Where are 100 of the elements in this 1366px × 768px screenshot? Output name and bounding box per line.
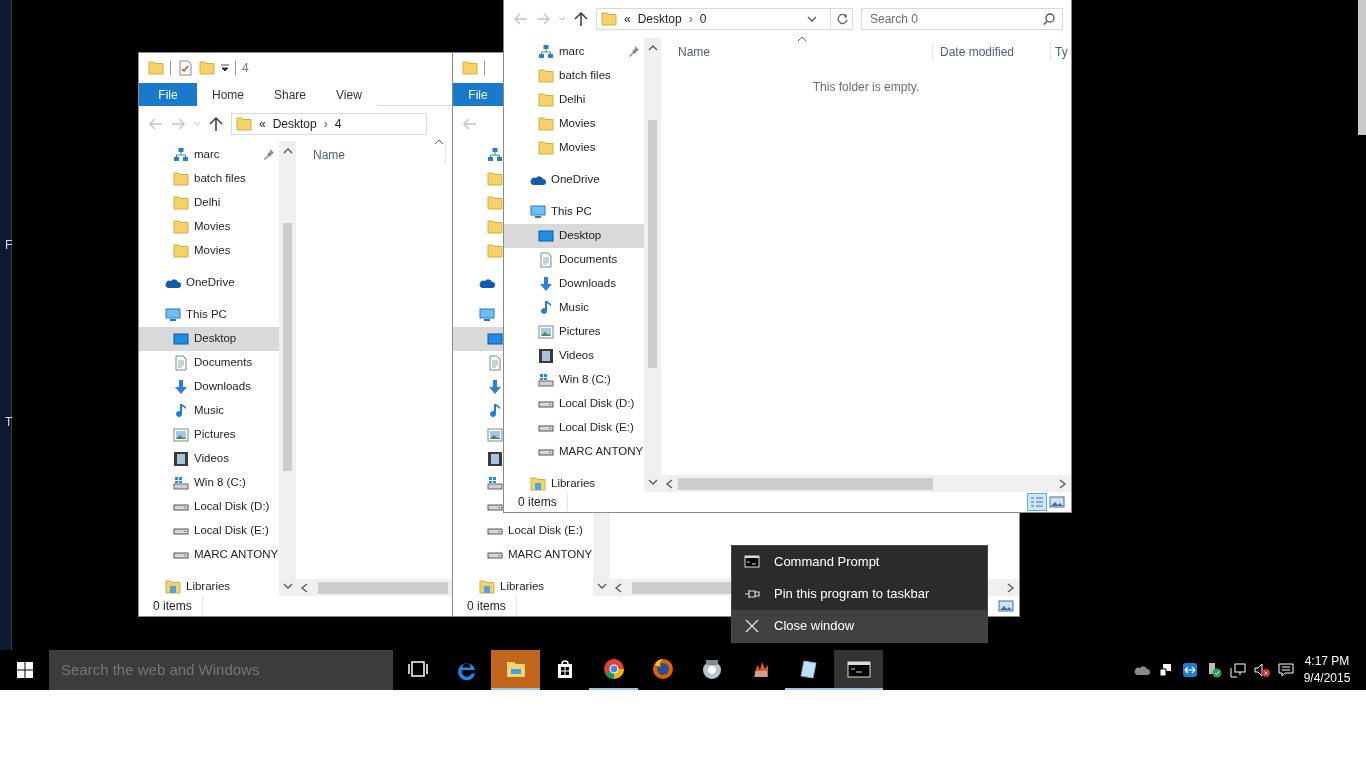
- clock[interactable]: 4:17 PM 9/4/2015: [1302, 653, 1352, 687]
- nav-item[interactable]: Delhi: [139, 191, 279, 215]
- breadcrumb-separator[interactable]: ›: [688, 10, 693, 28]
- nav-item[interactable]: Documents: [139, 351, 279, 375]
- scroll-down-icon[interactable]: [596, 582, 607, 590]
- nav-item[interactable]: Movies: [504, 136, 644, 160]
- nav-item[interactable]: Documents: [504, 248, 644, 272]
- refresh-icon[interactable]: [835, 13, 848, 25]
- scroll-up-icon[interactable]: [647, 44, 658, 52]
- up-icon[interactable]: [209, 116, 223, 131]
- folder-icon: [173, 219, 189, 235]
- nav-item[interactable]: Local Disk (D:): [504, 392, 644, 416]
- nav-item[interactable]: This PC: [139, 303, 279, 327]
- nav-item[interactable]: OneDrive: [504, 168, 644, 192]
- nav-item[interactable]: Desktop: [504, 224, 644, 248]
- nav-item[interactable]: Delhi: [504, 88, 644, 112]
- taskbar-search-field[interactable]: Search the web and Windows: [49, 650, 393, 690]
- drive-icon: [487, 475, 503, 491]
- nav-item[interactable]: MARC ANTONY: [504, 440, 644, 464]
- network-icon[interactable]: [1230, 662, 1246, 678]
- taskbar-button[interactable]: [834, 650, 883, 690]
- search-icon: [1043, 13, 1055, 25]
- scroll-down-icon[interactable]: [282, 582, 293, 590]
- folder-icon: [538, 140, 554, 156]
- menu-item[interactable]: Command Prompt: [732, 546, 987, 578]
- nav-item[interactable]: marc: [504, 40, 644, 64]
- pin-icon: [628, 45, 640, 57]
- folder-icon: [173, 243, 189, 259]
- scrollbar-thumb[interactable]: [318, 581, 448, 594]
- large-icons-view-button[interactable]: [996, 597, 1016, 615]
- breadcrumb[interactable]: 0: [699, 10, 707, 28]
- nav-item[interactable]: Win 8 (C:): [139, 471, 279, 495]
- nav-item[interactable]: Movies: [504, 112, 644, 136]
- music-note-icon: [173, 403, 189, 419]
- document-icon: [538, 252, 554, 268]
- nav-item[interactable]: Local Disk (E:): [453, 519, 593, 543]
- browser-icon: [650, 657, 675, 681]
- column-header[interactable]: Name: [296, 145, 446, 165]
- nav-item[interactable]: batch files: [504, 64, 644, 88]
- library-icon: [165, 579, 181, 595]
- monitor-icon: [479, 307, 495, 323]
- notification-icon[interactable]: [1278, 662, 1294, 678]
- nav-item[interactable]: Desktop: [139, 327, 279, 351]
- nav-item[interactable]: Libraries: [139, 575, 279, 596]
- nav-item[interactable]: Local Disk (E:): [139, 519, 279, 543]
- scrollbar-thumb[interactable]: [283, 223, 292, 471]
- nav-item[interactable]: Music: [504, 296, 644, 320]
- nav-item[interactable]: Videos: [139, 447, 279, 471]
- up-icon[interactable]: [574, 12, 588, 26]
- nav-item[interactable]: Music: [139, 399, 279, 423]
- nav-item[interactable]: MARC ANTONY: [453, 543, 593, 567]
- nav-item[interactable]: Win 8 (C:): [504, 368, 644, 392]
- nav-item[interactable]: Pictures: [504, 320, 644, 344]
- file-tab[interactable]: File: [139, 83, 197, 106]
- nav-item[interactable]: batch files: [139, 167, 279, 191]
- scrollbar-thumb[interactable]: [648, 120, 657, 368]
- file-tab[interactable]: File: [453, 83, 503, 106]
- breadcrumb[interactable]: Desktop: [272, 114, 317, 133]
- scrollbar-thumb[interactable]: [678, 477, 933, 490]
- column-header[interactable]: Ty: [1051, 42, 1068, 62]
- scroll-up-icon[interactable]: [282, 147, 293, 155]
- overflow-chevron[interactable]: «: [624, 10, 631, 28]
- nav-item[interactable]: MARC ANTONY: [139, 543, 279, 567]
- picture-icon: [998, 600, 1014, 612]
- large-icons-view-button[interactable]: [1047, 493, 1067, 511]
- monitor-icon: [165, 307, 181, 323]
- menu-item[interactable]: Pin this program to taskbar: [732, 578, 987, 610]
- devices-icon[interactable]: [1158, 662, 1174, 678]
- nav-item[interactable]: Libraries: [504, 472, 644, 492]
- nav-item[interactable]: OneDrive: [139, 271, 279, 295]
- remote-access-icon[interactable]: [1182, 662, 1198, 678]
- empty-message: This folder is empty.: [812, 80, 920, 94]
- breadcrumb[interactable]: 4: [334, 114, 342, 133]
- volume-muted-icon[interactable]: [1254, 662, 1270, 678]
- column-header[interactable]: Name: [661, 42, 933, 62]
- breadcrumb[interactable]: Desktop: [637, 10, 682, 28]
- dropdown-icon[interactable]: [807, 16, 817, 22]
- nav-item[interactable]: Libraries: [453, 575, 593, 596]
- scroll-down-icon[interactable]: [647, 478, 658, 486]
- breadcrumb-separator[interactable]: ›: [323, 114, 328, 133]
- nav-item[interactable]: Videos: [504, 344, 644, 368]
- usb-check-icon[interactable]: [1206, 662, 1222, 678]
- search-field[interactable]: Search 0: [861, 8, 1063, 30]
- nav-item[interactable]: Downloads: [139, 375, 279, 399]
- nav-item[interactable]: Downloads: [504, 272, 644, 296]
- nav-item[interactable]: Movies: [139, 239, 279, 263]
- column-header[interactable]: Date modified: [933, 42, 1051, 62]
- nav-item[interactable]: This PC: [504, 200, 644, 224]
- network-icon: [538, 44, 554, 60]
- nav-item[interactable]: marc: [139, 143, 279, 167]
- nav-item[interactable]: Pictures: [139, 423, 279, 447]
- folder-icon: [538, 116, 554, 132]
- dropdown-icon[interactable]: [221, 64, 229, 72]
- nav-item[interactable]: Movies: [139, 215, 279, 239]
- folder-icon: [173, 195, 189, 211]
- properties-icon[interactable]: [177, 60, 193, 76]
- nav-item[interactable]: Local Disk (D:): [139, 495, 279, 519]
- nav-item[interactable]: Local Disk (E:): [504, 416, 644, 440]
- overflow-chevron[interactable]: «: [259, 114, 266, 133]
- menu-item[interactable]: Close window: [732, 610, 987, 642]
